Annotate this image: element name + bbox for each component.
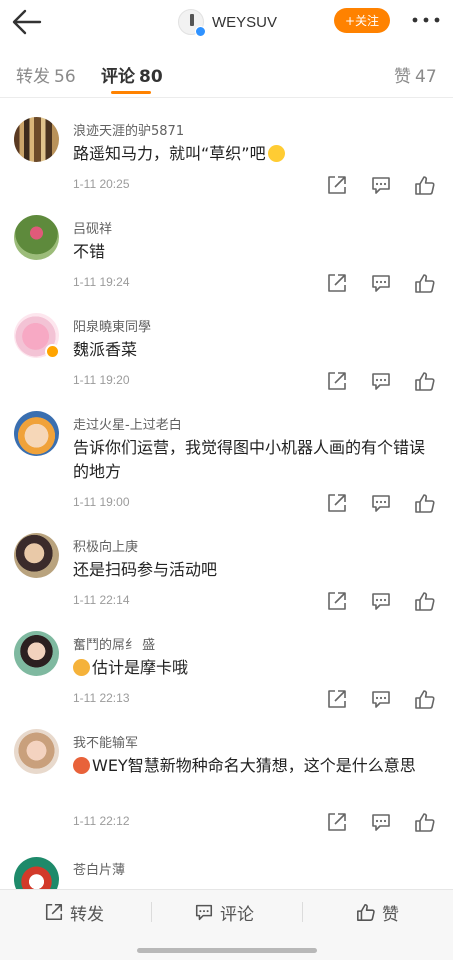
verified-badge-icon <box>45 344 60 359</box>
comment-item: 苍白片薄 <box>0 845 453 889</box>
comment-time: 1-11 22:14 <box>73 593 130 607</box>
share-icon[interactable] <box>326 370 348 392</box>
share-icon[interactable] <box>326 492 348 514</box>
tab-bar: 转发 56 评论 80 赞 47 <box>0 44 453 98</box>
like-label: 赞 <box>382 904 399 925</box>
tab-repost[interactable]: 转发 56 <box>16 62 76 87</box>
follow-button[interactable]: +关注 <box>334 8 390 33</box>
share-icon[interactable] <box>326 272 348 294</box>
tab-count: 56 <box>54 67 76 87</box>
comment-icon[interactable] <box>370 590 392 612</box>
comment-username[interactable]: 奮鬥的屌纟 盛 <box>73 634 155 653</box>
account-avatar[interactable] <box>178 9 206 37</box>
like-icon[interactable] <box>414 688 436 710</box>
comment-username[interactable]: 浪迹天涯的驴5871 <box>73 120 184 139</box>
emoji-icon <box>73 757 90 774</box>
repost-button[interactable]: 转发 <box>44 900 104 925</box>
comment-label: 评论 <box>220 904 254 925</box>
avatar[interactable] <box>14 631 59 676</box>
comment-icon[interactable] <box>370 174 392 196</box>
comment-time: 1-11 19:00 <box>73 495 130 509</box>
repost-label: 转发 <box>70 904 104 925</box>
comment-item: 浪迹天涯的驴5871 路遥知马力，就叫“草织”吧 1-11 20:25 <box>0 99 453 197</box>
comment-time: 1-11 22:12 <box>73 814 130 828</box>
like-icon[interactable] <box>414 174 436 196</box>
like-icon[interactable] <box>414 370 436 392</box>
more-dots-icon[interactable] <box>410 10 442 30</box>
comment-item: 阳泉曉東同學 魏派香菜 1-11 19:20 <box>0 295 453 393</box>
share-icon <box>45 903 63 921</box>
comment-text: 魏派香菜 <box>73 340 138 359</box>
comment-text: 还是扫码参与活动吧 <box>73 560 218 579</box>
like-icon[interactable] <box>414 811 436 833</box>
comment-list[interactable]: 浪迹天涯的驴5871 路遥知马力，就叫“草织”吧 1-11 20:25 吕砚祥 … <box>0 99 453 889</box>
comment-text: WEY智慧新物种命名大猜想，这个是什么意思 <box>73 754 438 778</box>
comment-icon <box>195 904 213 921</box>
comment-icon[interactable] <box>370 272 392 294</box>
tab-label: 评论 <box>101 67 135 87</box>
like-icon[interactable] <box>414 492 436 514</box>
tab-comments[interactable]: 评论 80 <box>101 62 163 87</box>
share-icon[interactable] <box>326 174 348 196</box>
avatar[interactable] <box>14 729 59 774</box>
tab-likes[interactable]: 赞 47 <box>394 62 437 87</box>
comment-time: 1-11 20:25 <box>73 177 130 191</box>
comment-text-content: 路遥知马力，就叫“草织”吧 <box>73 144 266 163</box>
avatar[interactable] <box>14 117 59 162</box>
back-arrow-icon[interactable] <box>10 6 44 38</box>
comment-username[interactable]: 走过火星-上过老白 <box>73 414 182 433</box>
comment-text: 告诉你们运营，我觉得图中小机器人画的有个错误的地方 <box>73 438 426 481</box>
account-header[interactable]: WEYSUV <box>178 8 277 37</box>
divider <box>151 902 152 922</box>
avatar[interactable] <box>14 533 59 578</box>
like-button[interactable]: 赞 <box>356 900 399 925</box>
share-icon[interactable] <box>326 811 348 833</box>
comment-item: 奮鬥的屌纟 盛 估计是摩卡哦 1-11 22:13 <box>0 613 453 711</box>
account-name[interactable]: WEYSUV <box>212 14 277 31</box>
like-icon <box>357 903 375 921</box>
comment-text-content: WEY智慧新物种命名大猜想，这个是什么意思 <box>92 756 416 775</box>
active-tab-indicator <box>111 91 151 94</box>
emoji-icon <box>267 145 285 162</box>
comment-item: 走过火星-上过老白 告诉你们运营，我觉得图中小机器人画的有个错误的地方 1-11… <box>0 393 453 515</box>
comment-time: 1-11 19:20 <box>73 373 130 387</box>
divider <box>302 902 303 922</box>
comment-item: 积极向上庚 还是扫码参与活动吧 1-11 22:14 <box>0 515 453 613</box>
comment-text: 估计是摩卡哦 <box>73 656 438 680</box>
tab-count: 47 <box>415 67 437 87</box>
comment-text-content: 估计是摩卡哦 <box>92 658 189 677</box>
avatar[interactable] <box>14 411 59 456</box>
comment-time: 1-11 19:24 <box>73 275 130 289</box>
top-bar: WEYSUV +关注 <box>0 0 453 44</box>
tab-label: 转发 <box>16 67 50 87</box>
like-icon[interactable] <box>414 590 436 612</box>
verified-badge-icon <box>195 26 206 37</box>
share-icon[interactable] <box>326 688 348 710</box>
comment-time: 1-11 22:13 <box>73 691 130 705</box>
comment-item: 吕砚祥 不错 1-11 19:24 <box>0 197 453 295</box>
tab-count: 80 <box>139 67 163 87</box>
comment-username[interactable]: 吕砚祥 <box>73 218 112 237</box>
comment-username[interactable]: 阳泉曉東同學 <box>73 316 151 335</box>
comment-text: 路遥知马力，就叫“草织”吧 <box>73 142 438 166</box>
share-icon[interactable] <box>326 590 348 612</box>
comment-item: 我不能输军 WEY智慧新物种命名大猜想，这个是什么意思 1-11 22:12 <box>0 711 453 845</box>
tab-label: 赞 <box>394 67 411 87</box>
comment-text: 不错 <box>73 242 106 261</box>
comment-icon[interactable] <box>370 811 392 833</box>
home-indicator <box>137 948 317 953</box>
avatar[interactable] <box>14 215 59 260</box>
emoji-icon <box>73 659 90 676</box>
comment-username[interactable]: 我不能输军 <box>73 732 138 751</box>
comment-icon[interactable] <box>370 492 392 514</box>
comment-username[interactable]: 苍白片薄 <box>73 859 125 878</box>
comment-button[interactable]: 评论 <box>194 900 254 925</box>
comment-icon[interactable] <box>370 370 392 392</box>
bottom-action-bar: 转发 评论 赞 <box>0 889 453 960</box>
comment-username[interactable]: 积极向上庚 <box>73 536 138 555</box>
like-icon[interactable] <box>414 272 436 294</box>
comment-icon[interactable] <box>370 688 392 710</box>
avatar[interactable] <box>14 857 59 889</box>
